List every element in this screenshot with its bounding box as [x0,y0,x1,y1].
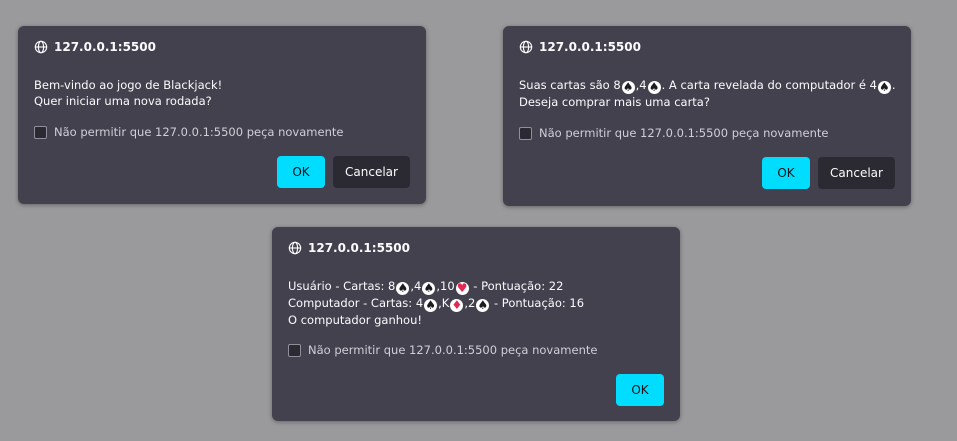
message-line: Computador - Cartas: 4 ♠ ,K ♦ ,2 ♠ - Pontuaçã… [288,295,584,312]
dont-allow-again-checkbox[interactable] [519,126,532,140]
heart-icon: ♥ [455,281,469,295]
message-line: Suas cartas são 8 ♠ ,4 ♠. A carta revelada … [519,77,896,94]
origin-text: 127.0.0.1:5500 [54,40,156,54]
message-text: ,4 [635,78,647,92]
message-line: Deseja comprar mais uma carta? [519,95,710,109]
dont-allow-again-checkbox[interactable] [288,343,301,357]
message-line: Usuário - Cartas: 8 ♠ ,4 ♠ ,10 ♥ - Pontuação:… [288,278,584,295]
dont-allow-again-option[interactable]: Não permitir que 127.0.0.1:5500 peça nov… [34,125,343,139]
dont-allow-again-checkbox[interactable] [34,125,47,139]
message-text: Computador - Cartas: 4 [288,296,424,310]
message-line: Bem-vindo ao jogo de Blackjack! [34,78,223,92]
dont-allow-again-option[interactable]: Não permitir que 127.0.0.1:5500 peça nov… [288,343,597,357]
ok-button[interactable]: OK [762,157,810,189]
cancel-button[interactable]: Cancelar [818,157,895,189]
message-text: ,4 [410,279,422,293]
checkbox-label: Não permitir que 127.0.0.1:5500 peça nov… [308,343,598,357]
message-text: ,2 [464,296,476,310]
diamond-icon: ♦ [450,298,464,312]
checkbox-label: Não permitir que 127.0.0.1:5500 peça nov… [54,125,344,139]
dialog-message: Usuário - Cartas: 8 ♠ ,4 ♠ ,10 ♥ - Pontuação:… [288,278,584,328]
spade-icon: ♠ [424,298,438,312]
message-text: ,10 [436,279,455,293]
origin-text: 127.0.0.1:5500 [308,241,410,255]
dialog-origin: 127.0.0.1:5500 [34,40,156,54]
alert-dialog-welcome: 127.0.0.1:5500 Bem-vindo ao jogo de Blac… [18,26,426,204]
message-line: Quer iniciar uma nova rodada? [34,94,212,108]
globe-icon [288,241,302,255]
dialog-origin: 127.0.0.1:5500 [288,241,410,255]
dialog-message: Suas cartas são 8 ♠ ,4 ♠. A carta revelada … [519,77,896,110]
message-text: . A carta revelada do computador é 4 [661,78,877,92]
message-text: - Pontuação: 16 [490,296,585,310]
message-text: ,K [438,296,450,310]
dialog-origin: 127.0.0.1:5500 [519,40,641,54]
alert-dialog-draw-card: 127.0.0.1:5500 Suas cartas são 8 ♠ ,4 ♠. A … [503,26,911,206]
spade-icon: ♠ [396,281,410,295]
globe-icon [34,40,48,54]
message-text: Suas cartas são 8 [519,78,621,92]
spade-icon: ♠ [647,80,661,94]
spade-icon: ♠ [422,281,436,295]
spade-icon: ♠ [621,80,635,94]
message-text: Usuário - Cartas: 8 [288,279,396,293]
dont-allow-again-option[interactable]: Não permitir que 127.0.0.1:5500 peça nov… [519,126,828,140]
ok-button[interactable]: OK [277,156,325,188]
globe-icon [519,40,533,54]
checkbox-label: Não permitir que 127.0.0.1:5500 peça nov… [539,126,829,140]
dialog-message: Bem-vindo ao jogo de Blackjack! Quer ini… [34,77,222,109]
origin-text: 127.0.0.1:5500 [539,40,641,54]
cancel-button[interactable]: Cancelar [333,156,410,188]
spade-icon: ♠ [877,80,891,94]
alert-dialog-result: 127.0.0.1:5500 Usuário - Cartas: 8 ♠ ,4 ♠ ,1… [272,227,680,421]
ok-button[interactable]: OK [616,374,664,406]
message-line: O computador ganhou! [288,313,422,327]
spade-icon: ♠ [476,298,490,312]
message-text: . [891,78,896,92]
message-text: - Pontuação: 22 [469,279,564,293]
